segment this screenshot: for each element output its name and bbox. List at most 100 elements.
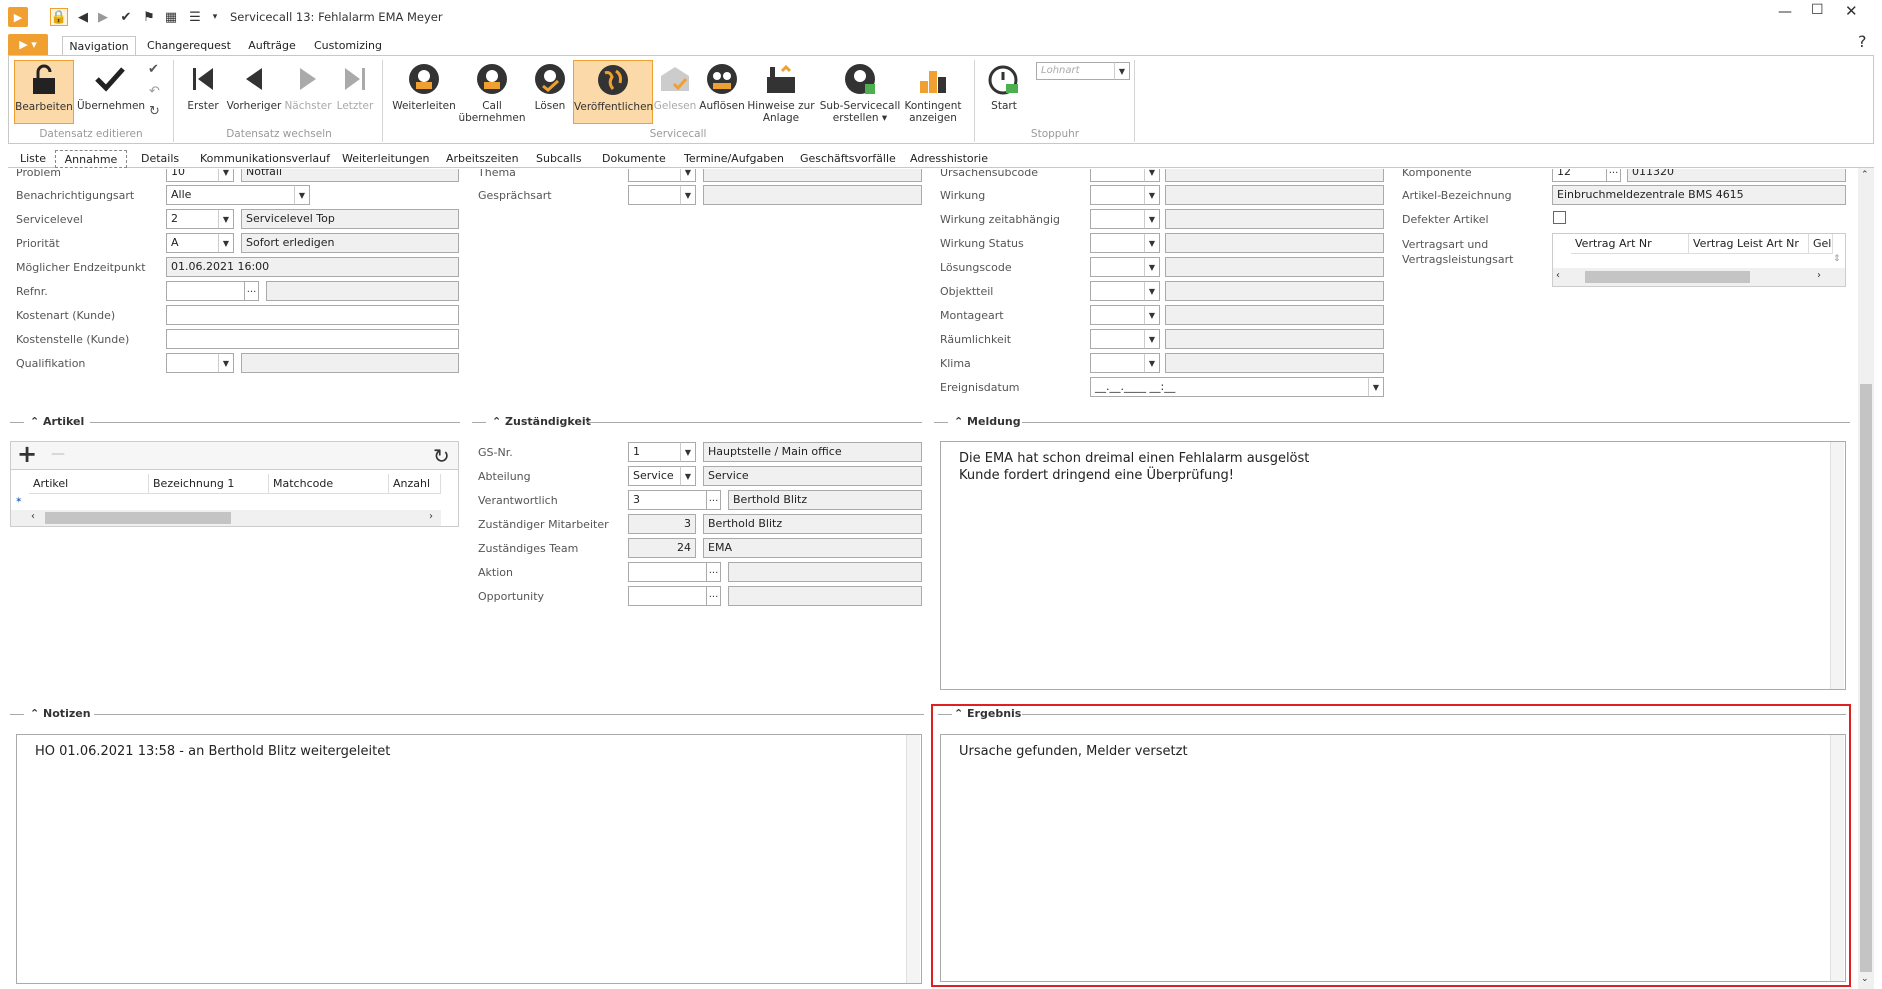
gs-nr-dropdown-icon[interactable]: ▼ [680,442,696,462]
montageart-field[interactable] [1090,305,1146,325]
minimize-icon[interactable]: — [1778,4,1792,20]
undo-icon[interactable]: ↶ [149,84,160,99]
wirkung-zeitabhaengig-dropdown-icon[interactable]: ▼ [1144,209,1160,229]
ursachensubcode-field[interactable] [1090,169,1146,182]
tab-arbeitszeiten[interactable]: Arbeitszeiten [446,150,519,168]
abteilung-code-field[interactable]: Service [628,466,682,486]
thema-code-field[interactable] [628,169,682,182]
ursachensubcode-dropdown-icon[interactable]: ▼ [1144,169,1160,182]
refresh-icon[interactable]: ↻ [433,444,450,468]
call-uebernehmen-button[interactable]: Call übernehmen [458,62,526,124]
bearbeiten-button[interactable]: Bearbeiten [14,60,74,124]
notizen-scrollbar[interactable] [906,735,920,983]
ergebnis-textarea[interactable]: Ursache gefunden, Melder versetzt [940,734,1846,982]
add-icon[interactable]: + [17,440,37,468]
veroeffentlichen-button[interactable]: Veröffentlichen [573,60,653,124]
tab-weiterleitungen[interactable]: Weiterleitungen [342,150,430,168]
maximize-icon[interactable]: ☐ [1811,2,1824,18]
tab-kommunikationsverlauf[interactable]: Kommunikationsverlauf [200,150,330,168]
quick-access-dropdown-icon[interactable]: ▾ [206,8,224,26]
scroll-down-icon[interactable]: ⌄ [1861,974,1869,984]
ribbon-tab-customizing[interactable]: Customizing [312,36,384,56]
aktion-code-field[interactable] [628,562,708,582]
komponente-lookup-button[interactable]: ... [1606,169,1621,182]
calendar-icon[interactable]: ▦ [162,8,180,26]
section-ergebnis-header[interactable]: ⌃ Ergebnis [954,707,1021,720]
benachrichtigungsart-field[interactable]: Alle [166,185,296,205]
kostenstelle-field[interactable] [166,329,459,349]
start-button[interactable]: Start [984,62,1024,112]
problem-dropdown-icon[interactable]: ▼ [218,169,234,182]
horizontal-scrollbar[interactable]: ‹ › [1553,268,1845,286]
check-icon[interactable]: ✔ [117,8,135,26]
ereignisdatum-field[interactable]: __.__.____ __:__ [1090,377,1370,397]
aktion-lookup-button[interactable]: ... [706,562,721,582]
grid-header-matchcode[interactable]: Matchcode [269,474,389,494]
section-notizen-header[interactable]: ⌃ Notizen [30,707,91,720]
tab-liste[interactable]: Liste [20,150,46,168]
page-scrollbar[interactable]: ⌃ ⌄ [1858,168,1874,989]
objektteil-dropdown-icon[interactable]: ▼ [1144,281,1160,301]
ergebnis-scrollbar[interactable] [1830,735,1844,981]
scroll-thumb[interactable] [1860,384,1872,972]
section-artikel-header[interactable]: ⌃ Artikel [30,415,84,428]
naechster-button[interactable]: Nächster [284,62,332,112]
sub-servicecall-button[interactable]: Sub-Servicecall erstellen ▾ [816,62,904,124]
opportunity-lookup-button[interactable]: ... [706,586,721,606]
kostenart-field[interactable] [166,305,459,325]
aufloesen-button[interactable]: Auflösen [698,62,746,112]
ribbon-tab-navigation[interactable]: Navigation [62,36,136,56]
hinweise-anlage-button[interactable]: Hinweise zur Anlage [746,62,816,124]
loesen-button[interactable]: Lösen [528,62,572,112]
scroll-right-icon[interactable]: › [429,511,433,522]
tab-subcalls[interactable]: Subcalls [536,150,582,168]
prioritaet-code-field[interactable]: A [166,233,220,253]
ereignisdatum-dropdown-icon[interactable]: ▼ [1368,377,1384,397]
raeumlichkeit-dropdown-icon[interactable]: ▼ [1144,329,1160,349]
tab-adresshistorie[interactable]: Adresshistorie [910,150,988,168]
uebernehmen-button[interactable]: Übernehmen [77,62,145,112]
raeumlichkeit-field[interactable] [1090,329,1146,349]
ribbon-tab-auftraege[interactable]: Aufträge [242,36,302,56]
remove-icon[interactable]: — [51,446,65,462]
qualifikation-code-field[interactable] [166,353,220,373]
problem-code-field[interactable]: 10 [166,169,220,182]
app-menu-button[interactable]: ▶ ▾ [8,34,48,56]
ribbon-tab-changerequest[interactable]: Changerequest [144,36,234,56]
tab-annahme[interactable]: Annahme [55,150,127,168]
grid-header[interactable]: Gel [1809,234,1833,254]
refnr-field[interactable] [166,281,246,301]
wirkung-dropdown-icon[interactable]: ▼ [1144,185,1160,205]
wirkung-zeitabhaengig-field[interactable] [1090,209,1146,229]
forward-arrow-icon[interactable]: ▶ [94,8,112,26]
kontingent-anzeigen-button[interactable]: Kontingent anzeigen [900,62,966,124]
grid-header[interactable]: Vertrag Art Nr [1571,234,1689,254]
horizontal-scrollbar[interactable]: ‹ › [11,510,441,526]
tab-geschaeftsvorfaelle[interactable]: Geschäftsvorfälle [800,150,896,168]
verantwortlich-code-field[interactable]: 3 [628,490,708,510]
app-logo-icon[interactable]: ▶ [8,7,28,27]
refresh-icon[interactable]: ↻ [149,104,160,119]
letzter-button[interactable]: Letzter [334,62,376,112]
tab-dokumente[interactable]: Dokumente [602,150,666,168]
scroll-up-icon[interactable]: ⇕ [1833,254,1841,264]
grid-header-bezeichnung[interactable]: Bezeichnung 1 [149,474,269,494]
klima-dropdown-icon[interactable]: ▼ [1144,353,1160,373]
scroll-left-icon[interactable]: ‹ [1556,270,1560,281]
opportunity-code-field[interactable] [628,586,708,606]
close-icon[interactable]: ✕ [1845,2,1858,20]
servicelevel-dropdown-icon[interactable]: ▼ [218,209,234,229]
back-arrow-icon[interactable]: ◀ [74,8,92,26]
gespraechsart-dropdown-icon[interactable]: ▼ [680,185,696,205]
gs-nr-code-field[interactable]: 1 [628,442,682,462]
defekter-artikel-checkbox[interactable] [1553,211,1566,224]
meldung-scrollbar[interactable] [1830,442,1844,689]
objektteil-field[interactable] [1090,281,1146,301]
wirkung-status-field[interactable] [1090,233,1146,253]
scroll-thumb[interactable] [45,512,231,524]
scroll-up-icon[interactable]: ⌃ [1861,170,1869,180]
verantwortlich-lookup-button[interactable]: ... [706,490,721,510]
grid-header[interactable]: Vertrag Leist Art Nr [1689,234,1809,254]
grid-header-anzahl[interactable]: Anzahl [389,474,441,494]
komponente-code-field[interactable]: 12 [1552,169,1608,182]
